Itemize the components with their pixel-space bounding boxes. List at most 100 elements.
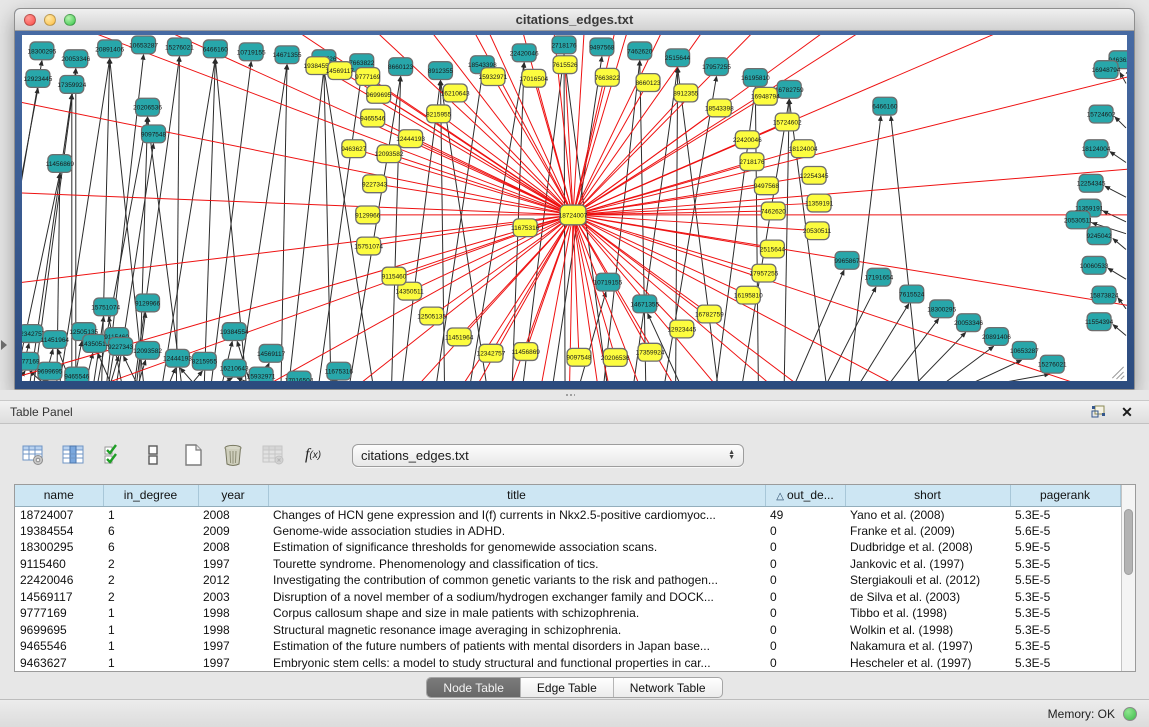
table-cell[interactable]: 0 [765,589,845,606]
table-cell[interactable]: 2012 [198,572,268,589]
splitter-handle[interactable] [565,393,575,398]
table-selector-dropdown[interactable]: citations_edges.txt ▲▼ [352,444,744,467]
table-row[interactable]: 1872400712008Changes of HCN gene express… [15,506,1120,523]
table-cell[interactable]: Corpus callosum shape and size in male p… [268,605,765,622]
table-row[interactable]: 969969511998Structural magnetic resonanc… [15,622,1120,639]
table-cell[interactable]: 1 [103,622,198,639]
panel-splitter[interactable] [0,390,1149,400]
table-cell[interactable]: 1997 [198,556,268,573]
table-cell[interactable]: 2009 [198,523,268,540]
table-cell[interactable]: 5.5E-5 [1010,572,1120,589]
table-cell[interactable]: Dudbridge et al. (2008) [845,539,1010,556]
table-cell[interactable]: 2008 [198,539,268,556]
table-cell[interactable]: 0 [765,572,845,589]
tab-edge-table[interactable]: Edge Table [521,678,614,697]
tab-node-table[interactable]: Node Table [427,678,521,697]
table-cell[interactable]: 18300295 [15,539,103,556]
selection-mode-button[interactable] [100,442,126,468]
table-cell[interactable]: 9115460 [15,556,103,573]
table-row[interactable]: 1456911722003Disruption of a novel membe… [15,589,1120,606]
tab-network-table[interactable]: Network Table [614,678,722,697]
column-header-name[interactable]: name [15,485,103,506]
column-display-button[interactable] [60,442,86,468]
table-cell[interactable]: Tourette syndrome. Phenomenology and cla… [268,556,765,573]
table-cell[interactable]: 1 [103,655,198,672]
table-cell[interactable]: Yano et al. (2008) [845,506,1010,523]
table-cell[interactable]: 9463627 [15,655,103,672]
table-cell[interactable]: 5.3E-5 [1010,655,1120,672]
table-cell[interactable]: Tibbo et al. (1998) [845,605,1010,622]
table-cell[interactable]: Changes of HCN gene expression and I(f) … [268,506,765,523]
table-cell[interactable]: 1998 [198,622,268,639]
table-row[interactable]: 2242004622012Investigating the contribut… [15,572,1120,589]
table-cell[interactable]: 14569117 [15,589,103,606]
table-cell[interactable]: 0 [765,605,845,622]
table-cell[interactable]: Jankovic et al. (1997) [845,556,1010,573]
table-cell[interactable]: Estimation of significance thresholds fo… [268,539,765,556]
function-builder-button[interactable]: f(x) [300,442,326,468]
table-row[interactable]: 1830029562008Estimation of significance … [15,539,1120,556]
table-row[interactable]: 946554611997Estimation of the future num… [15,638,1120,655]
scrollbar-thumb[interactable] [1124,509,1134,575]
table-cell[interactable]: 9699695 [15,622,103,639]
window-titlebar[interactable]: citations_edges.txt [15,9,1134,31]
table-cell[interactable]: 5.9E-5 [1010,539,1120,556]
table-cell[interactable]: 18724007 [15,506,103,523]
table-cell[interactable]: 5.6E-5 [1010,523,1120,540]
table-cell[interactable]: Hescheler et al. (1997) [845,655,1010,672]
table-cell[interactable]: 22420046 [15,572,103,589]
delete-table-button-disabled[interactable] [260,442,286,468]
table-cell[interactable]: de Silva et al. (2003) [845,589,1010,606]
column-header-out_de[interactable]: △out_de... [765,485,845,506]
table-cell[interactable]: Structural magnetic resonance image aver… [268,622,765,639]
column-header-pagerank[interactable]: pagerank [1010,485,1120,506]
network-canvas[interactable]: 1830029520053346208914061065328715276021… [22,35,1127,381]
row-height-button[interactable] [140,442,166,468]
table-cell[interactable]: Wolkin et al. (1998) [845,622,1010,639]
table-cell[interactable]: 1 [103,605,198,622]
table-cell[interactable]: 5.3E-5 [1010,605,1120,622]
table-row[interactable]: 946362711997Embryonic stem cells: a mode… [15,655,1120,672]
zoom-window-button[interactable] [64,14,76,26]
table-cell[interactable]: Disruption of a novel member of a sodium… [268,589,765,606]
table-cell[interactable]: Estimation of the future numbers of pati… [268,638,765,655]
table-cell[interactable]: 2003 [198,589,268,606]
node-table[interactable]: namein_degreeyeartitle△out_de...shortpag… [15,485,1121,671]
minimize-window-button[interactable] [44,14,56,26]
close-panel-button[interactable]: ✕ [1119,404,1135,420]
table-cell[interactable]: 0 [765,539,845,556]
table-cell[interactable]: 49 [765,506,845,523]
table-cell[interactable]: 1997 [198,638,268,655]
table-cell[interactable]: 5.3E-5 [1010,622,1120,639]
table-cell[interactable]: 2008 [198,506,268,523]
table-cell[interactable]: 6 [103,539,198,556]
table-cell[interactable]: Franke et al. (2009) [845,523,1010,540]
table-row[interactable]: 1938455462009Genome-wide association stu… [15,523,1120,540]
table-cell[interactable]: 6 [103,523,198,540]
close-window-button[interactable] [24,14,36,26]
table-cell[interactable]: Embryonic stem cells: a model to study s… [268,655,765,672]
table-cell[interactable]: Nakamura et al. (1997) [845,638,1010,655]
table-row[interactable]: 977716911998Corpus callosum shape and si… [15,605,1120,622]
table-cell[interactable]: 19384554 [15,523,103,540]
table-row[interactable]: 911546021997Tourette syndrome. Phenomeno… [15,556,1120,573]
column-header-short[interactable]: short [845,485,1010,506]
column-header-title[interactable]: title [268,485,765,506]
table-cell[interactable]: 0 [765,622,845,639]
table-cell[interactable]: 2 [103,556,198,573]
float-panel-button[interactable] [1090,404,1106,420]
table-cell[interactable]: 1 [103,638,198,655]
table-cell[interactable]: 1 [103,506,198,523]
resize-grip[interactable] [1111,365,1125,379]
new-column-button[interactable] [180,442,206,468]
table-cell[interactable]: 1997 [198,655,268,672]
column-header-in_degree[interactable]: in_degree [103,485,198,506]
table-cell[interactable]: Genome-wide association studies in ADHD. [268,523,765,540]
table-cell[interactable]: 0 [765,638,845,655]
column-header-year[interactable]: year [198,485,268,506]
panel-toggle-arrow-icon[interactable] [1,340,7,350]
table-cell[interactable]: 5.3E-5 [1010,556,1120,573]
table-cell[interactable]: Stergiakouli et al. (2012) [845,572,1010,589]
table-cell[interactable]: 0 [765,523,845,540]
table-cell[interactable]: 2 [103,572,198,589]
